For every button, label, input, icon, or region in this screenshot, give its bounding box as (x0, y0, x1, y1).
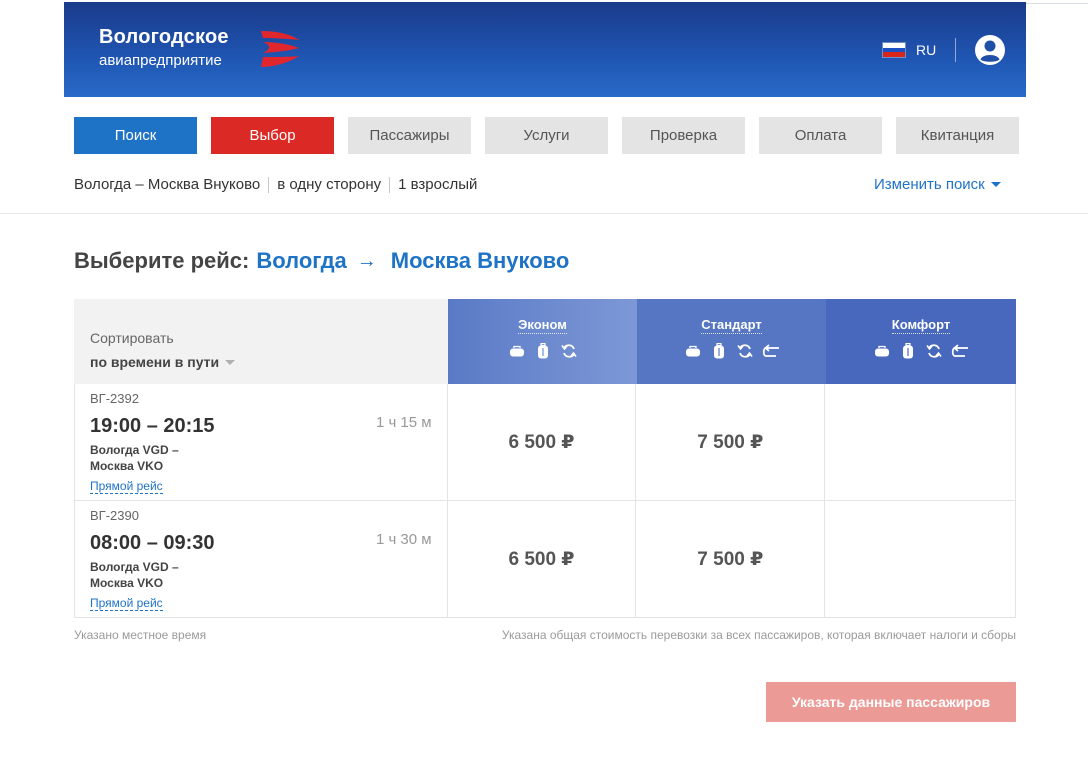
price-economy[interactable]: 6 500 ₽ (448, 384, 637, 500)
route-destination: Москва Внуково (390, 248, 570, 273)
sort-value: по времени в пути (90, 354, 220, 370)
summary-trip-type: в одну сторону (277, 176, 382, 193)
search-summary: Вологда – Москва Внуково в одну сторону … (74, 176, 477, 193)
page-title: Выберите рейс: Вологда → Москва Внуково (74, 248, 569, 274)
flight-info: ВГ-2390 08:00 – 09:30 1 ч 30 м Вологда V… (75, 501, 448, 617)
fare-economy-header: Эконом (448, 299, 637, 384)
fare-standard-name[interactable]: Стандарт (701, 317, 762, 334)
site-header: Вологодское авиапредприятие RU (64, 2, 1026, 97)
hand-luggage-icon[interactable] (508, 343, 526, 359)
local-time-note: Указано местное время (74, 628, 207, 642)
flight-time: 08:00 – 09:30 (90, 532, 215, 554)
change-search-link[interactable]: Изменить поиск (874, 176, 1001, 193)
flight-duration: 1 ч 30 м (375, 531, 432, 548)
hand-luggage-icon[interactable] (684, 343, 702, 359)
top-divider (1026, 3, 1088, 4)
summary-passengers: 1 взрослый (398, 176, 478, 193)
logo[interactable]: Вологодское авиапредприятие (99, 26, 229, 69)
summary-divider-line (0, 213, 1088, 214)
step-receipt: Квитанция (896, 117, 1019, 154)
flight-info: ВГ-2392 19:00 – 20:15 1 ч 15 м Вологда V… (75, 384, 448, 500)
step-search[interactable]: Поиск (74, 117, 197, 154)
step-services: Услуги (485, 117, 608, 154)
step-passengers: Пассажиры (348, 117, 471, 154)
table-row: ВГ-2392 19:00 – 20:15 1 ч 15 м Вологда V… (74, 384, 1016, 501)
direct-flight-link[interactable]: Прямой рейс (90, 597, 163, 611)
change-search-label: Изменить поиск (874, 176, 985, 193)
price-standard[interactable]: 7 500 ₽ (636, 384, 826, 500)
language-switcher[interactable]: RU (882, 42, 936, 58)
summary-divider (268, 176, 270, 193)
step-select[interactable]: Выбор (211, 117, 334, 154)
exchange-icon[interactable] (736, 343, 754, 359)
fare-standard-header: Стандарт (637, 299, 826, 384)
fare-comfort-header: Комфорт (826, 299, 1016, 384)
flights-table: Сортировать по времени в пути Эконом Ста… (74, 299, 1016, 618)
flight-route-from: Вологда VGD – (90, 560, 179, 574)
sort-label: Сортировать (90, 330, 174, 346)
sort-control: Сортировать по времени в пути (74, 299, 448, 384)
flight-route-to: Москва VKO (90, 576, 164, 590)
price-standard[interactable]: 7 500 ₽ (636, 501, 826, 617)
page-title-heading: Выберите рейс: (74, 248, 250, 273)
table-row: ВГ-2390 08:00 – 09:30 1 ч 30 м Вологда V… (74, 501, 1016, 618)
route-origin: Вологда (256, 248, 347, 273)
direct-flight-link[interactable]: Прямой рейс (90, 480, 163, 494)
booking-steps: Поиск Выбор Пассажиры Услуги Проверка Оп… (74, 117, 1019, 154)
chevron-down-icon (990, 182, 1001, 187)
flight-route: Вологда VGD – Москва VKO (90, 559, 210, 591)
hand-luggage-icon[interactable] (873, 343, 891, 359)
table-header: Сортировать по времени в пути Эконом Ста… (74, 299, 1016, 384)
flight-number: ВГ-2392 (90, 391, 139, 406)
baggage-icon[interactable] (710, 343, 728, 359)
baggage-icon[interactable] (534, 343, 552, 359)
exchange-icon[interactable] (560, 343, 578, 359)
flight-time: 19:00 – 20:15 (90, 415, 215, 437)
flight-route-from: Вологда VGD – (90, 443, 179, 457)
exchange-icon[interactable] (925, 343, 943, 359)
step-review: Проверка (622, 117, 745, 154)
summary-divider (389, 176, 391, 193)
total-cost-note: Указана общая стоимость перевозки за все… (501, 628, 1016, 642)
user-circle-icon[interactable] (974, 34, 1006, 71)
logo-subtitle: авиапредприятие (99, 52, 222, 69)
russia-flag-icon (882, 42, 906, 58)
wing-logo-icon (259, 27, 301, 74)
chevron-down-icon (225, 359, 236, 365)
flight-route-to: Москва VKO (90, 459, 164, 473)
language-code: RU (916, 42, 937, 58)
step-payment: Оплата (759, 117, 882, 154)
price-comfort (825, 384, 1015, 500)
flight-route: Вологда VGD – Москва VKO (90, 442, 210, 474)
flight-duration: 1 ч 15 м (375, 414, 432, 431)
baggage-icon[interactable] (899, 343, 917, 359)
price-comfort (825, 501, 1015, 617)
sort-dropdown[interactable]: по времени в пути (90, 354, 448, 370)
flight-number: ВГ-2390 (90, 508, 139, 523)
refund-icon[interactable] (951, 343, 969, 359)
fare-comfort-name[interactable]: Комфорт (891, 317, 951, 334)
summary-route: Вологда – Москва Внуково (74, 176, 261, 193)
logo-title: Вологодское (99, 26, 229, 48)
refund-icon[interactable] (762, 343, 780, 359)
fare-economy-name[interactable]: Эконом (518, 317, 567, 334)
enter-passenger-data-button[interactable]: Указать данные пассажиров (766, 682, 1016, 722)
price-economy[interactable]: 6 500 ₽ (448, 501, 637, 617)
header-divider (955, 38, 956, 62)
arrow-right-icon: → (356, 249, 377, 272)
